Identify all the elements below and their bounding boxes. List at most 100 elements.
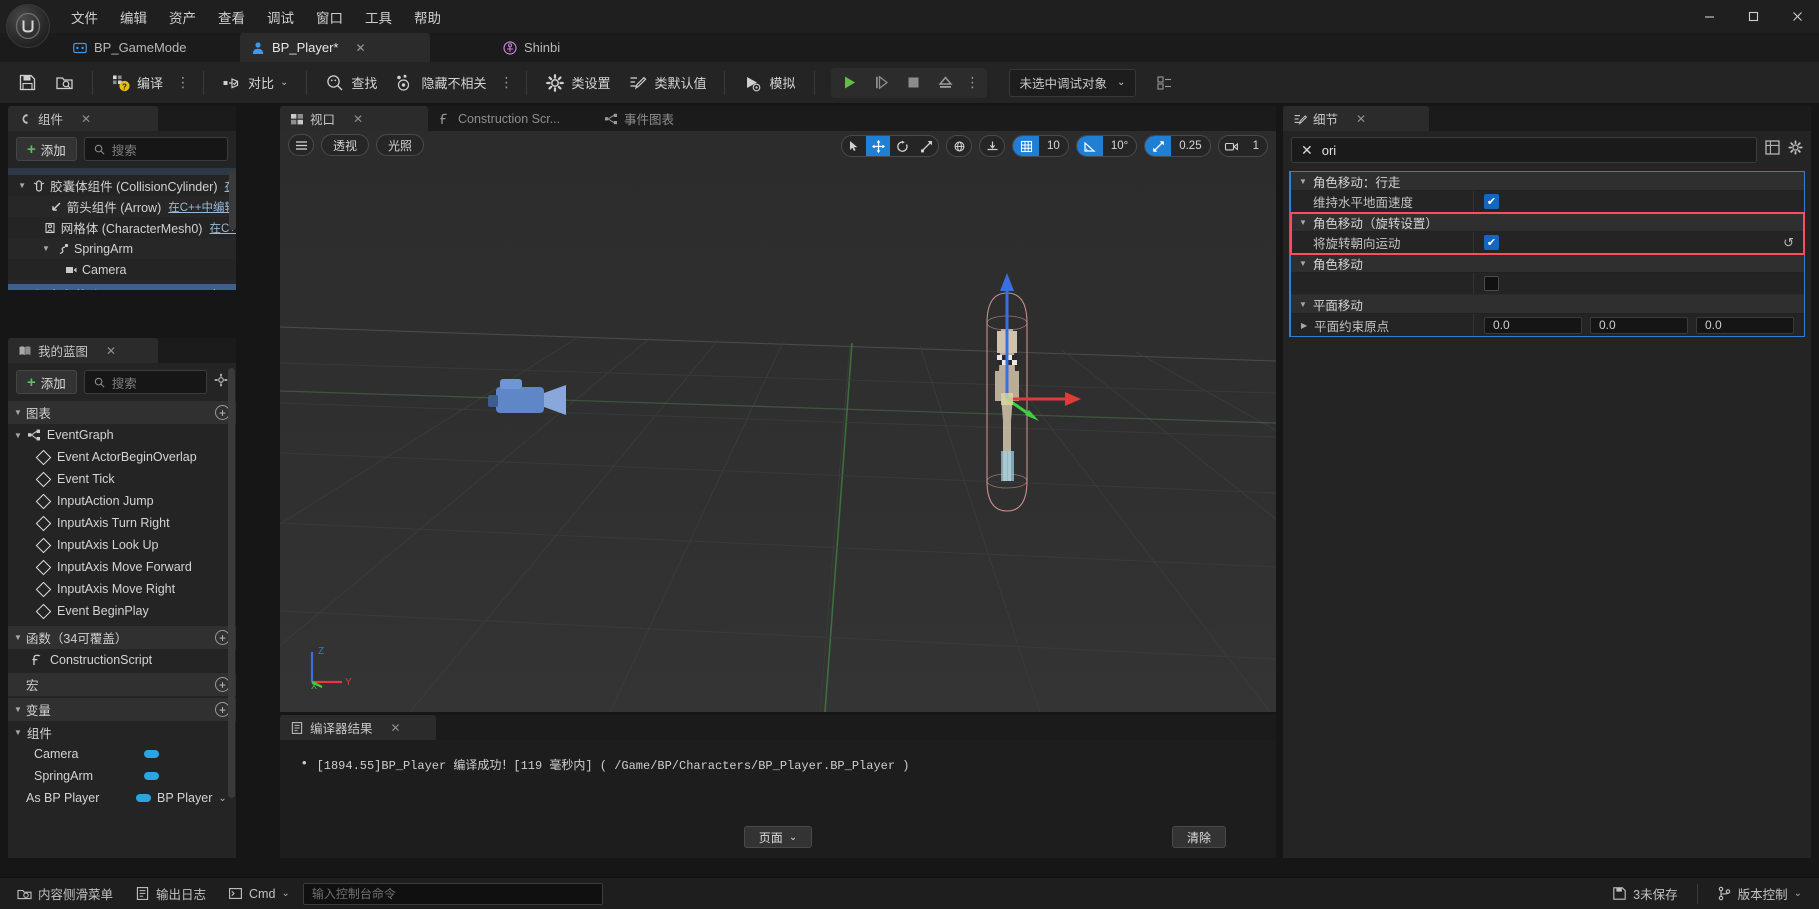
blueprint-row-constructionscript[interactable]: ConstructionScript: [8, 649, 236, 671]
translate-tool-button[interactable]: [866, 136, 891, 156]
play-options-button[interactable]: ⋮: [963, 75, 983, 89]
property-row-orient-rotation-to-movement[interactable]: 将旋转朝向运动 ✔ ↺: [1291, 232, 1804, 254]
tab-close-button[interactable]: ✕: [81, 112, 91, 126]
angle-icon[interactable]: [1076, 136, 1103, 156]
tab-close-button[interactable]: ✕: [353, 112, 363, 126]
expand-caret[interactable]: ▶: [1301, 321, 1307, 330]
components-scrollbar[interactable]: [229, 170, 236, 230]
scale-snap-icon[interactable]: [1145, 136, 1172, 156]
asset-tab-shinbi[interactable]: Shinbi: [492, 33, 571, 62]
play-button[interactable]: [835, 70, 865, 96]
diff-button[interactable]: 对比 ⌄: [214, 68, 296, 98]
console-mode-selector[interactable]: Cmd ⌄: [219, 882, 299, 906]
eject-button[interactable]: [931, 70, 961, 96]
unsaved-changes-button[interactable]: 3未保存: [1603, 882, 1686, 906]
cpp-edit-link[interactable]: 在C+: [209, 287, 236, 291]
viewport-view-mode-button[interactable]: 透视: [321, 134, 370, 156]
asset-tab-bp-player[interactable]: BP_Player* ✕: [240, 33, 430, 62]
vector-x-input[interactable]: 0.0: [1484, 316, 1582, 334]
debug-filter-button[interactable]: [1148, 68, 1182, 98]
menu-item-view[interactable]: 查看: [207, 3, 256, 31]
camera-speed-value[interactable]: 1: [1245, 140, 1267, 152]
section-header-variables[interactable]: ▼ 变量 +: [8, 698, 236, 721]
tab-construction-script[interactable]: Construction Scr...: [428, 106, 594, 131]
asset-tab-bp-gamemode[interactable]: BP_GameMode: [62, 33, 198, 62]
camera-component-widget[interactable]: [486, 367, 596, 437]
tab-compiler-results[interactable]: 编译器结果 ✕: [280, 715, 436, 740]
tab-components[interactable]: 组件 ✕: [8, 106, 158, 131]
chevron-down-icon[interactable]: ⌄: [218, 793, 226, 804]
camera-icon[interactable]: [1219, 136, 1245, 156]
camera-speed-group[interactable]: 1: [1217, 135, 1268, 157]
class-defaults-button[interactable]: 类默认值: [620, 68, 714, 98]
tree-row-arrow[interactable]: 箭头组件 (Arrow) 在C++中编辑: [8, 196, 236, 217]
angle-snap-group[interactable]: 10°: [1075, 135, 1138, 157]
category-header-charmove-walking[interactable]: ▼ 角色移动：行走: [1291, 172, 1804, 191]
menu-item-window[interactable]: 窗口: [305, 3, 354, 31]
section-header-graphs[interactable]: ▼ ▼ 图表 +: [8, 401, 236, 424]
vector-y-input[interactable]: 0.0: [1590, 316, 1688, 334]
checkbox-unchecked[interactable]: [1484, 276, 1499, 291]
hide-unrelated-options-button[interactable]: ⋮: [496, 75, 516, 89]
category-header-charmove-rotation-settings[interactable]: ▼ 角色移动（旋转设置）: [1291, 213, 1804, 232]
save-button[interactable]: [10, 68, 45, 98]
expand-caret[interactable]: ▼: [1299, 300, 1307, 309]
tree-row-springarm[interactable]: ▼ SpringArm: [8, 238, 236, 259]
scale-tool-button[interactable]: [914, 136, 938, 156]
variable-row-springarm[interactable]: SpringArm: [8, 765, 236, 787]
add-component-button[interactable]: + 添加: [16, 137, 77, 161]
property-row-server-accept-client-authoritative-position[interactable]: [1291, 273, 1804, 295]
expand-caret[interactable]: ▼: [40, 244, 52, 253]
expand-caret[interactable]: ▼: [16, 181, 28, 190]
blueprint-row-inputaxis-look-up[interactable]: InputAxis Look Up: [8, 534, 236, 556]
compiler-results-message-row[interactable]: • [1894.55]BP_Player 编译成功！[119 毫秒内] ( /G…: [280, 756, 1276, 773]
blueprint-row-inputaxis-turn-right[interactable]: InputAxis Turn Right: [8, 512, 236, 534]
step-button[interactable]: [867, 70, 897, 96]
add-blueprint-item-button[interactable]: + 添加: [16, 370, 77, 394]
hide-unrelated-button[interactable]: 隐藏不相关: [387, 68, 494, 98]
grid-snap-group[interactable]: 10: [1012, 135, 1069, 157]
blueprint-row-event-actorbeginoverlap[interactable]: Event ActorBeginOverlap: [8, 446, 236, 468]
blueprint-row-event-beginplay[interactable]: Event BeginPlay: [8, 600, 236, 622]
viewport-menu-button[interactable]: [288, 134, 314, 156]
menu-item-edit[interactable]: 编辑: [109, 3, 158, 31]
my-blueprint-search-input[interactable]: 搜索: [83, 370, 207, 394]
stop-button[interactable]: [899, 70, 929, 96]
menu-item-help[interactable]: 帮助: [403, 3, 452, 31]
source-control-button[interactable]: 版本控制 ⌄: [1708, 882, 1811, 906]
blueprint-row-eventgraph[interactable]: ▼ EventGraph: [8, 424, 236, 446]
close-icon[interactable]: ✕: [1301, 142, 1313, 159]
blueprint-row-inputaction-jump[interactable]: InputAction Jump: [8, 490, 236, 512]
components-search-input[interactable]: 搜索: [83, 137, 228, 161]
tab-close-button[interactable]: ✕: [391, 721, 401, 735]
menu-item-tools[interactable]: 工具: [354, 3, 403, 31]
expand-caret[interactable]: ▼: [1299, 177, 1307, 186]
menu-item-debug[interactable]: 调试: [256, 3, 305, 31]
property-row-maintain-horizontal-ground-velocity[interactable]: 维持水平地面速度 ✔: [1291, 191, 1804, 213]
tab-my-blueprint[interactable]: 我的蓝图 ✕: [8, 338, 158, 363]
my-blueprint-scrollbar[interactable]: [228, 368, 235, 798]
class-settings-button[interactable]: 类设置: [537, 68, 618, 98]
gear-icon[interactable]: [1788, 140, 1803, 160]
expand-caret[interactable]: ▼: [1299, 259, 1307, 268]
gear-icon[interactable]: [214, 373, 228, 392]
tab-close-button[interactable]: ✕: [106, 344, 116, 358]
section-header-macros[interactable]: 宏 +: [8, 673, 236, 696]
menu-item-asset[interactable]: 资产: [158, 3, 207, 31]
select-tool-button[interactable]: [842, 136, 866, 156]
scale-snap-group[interactable]: 0.25: [1144, 135, 1211, 157]
find-button[interactable]: 查找: [317, 68, 385, 98]
tab-details[interactable]: 细节 ✕: [1283, 106, 1429, 131]
asset-tab-close-button[interactable]: ✕: [355, 41, 365, 55]
compile-button[interactable]: ? 编译: [103, 68, 171, 98]
expand-caret[interactable]: ▼: [14, 728, 22, 737]
clear-results-button[interactable]: 清除: [1171, 826, 1226, 848]
scale-snap-value[interactable]: 0.25: [1171, 140, 1209, 152]
content-drawer-button[interactable]: 内容侧滑菜单: [8, 882, 122, 906]
checkbox-checked[interactable]: ✔: [1484, 194, 1499, 209]
maximize-button[interactable]: [1731, 0, 1775, 33]
tab-event-graph[interactable]: 事件图表: [594, 106, 720, 131]
output-log-button[interactable]: 输出日志: [126, 882, 215, 906]
reset-to-default-button[interactable]: ↺: [1783, 235, 1794, 251]
tab-viewport[interactable]: 视口 ✕: [280, 106, 428, 131]
